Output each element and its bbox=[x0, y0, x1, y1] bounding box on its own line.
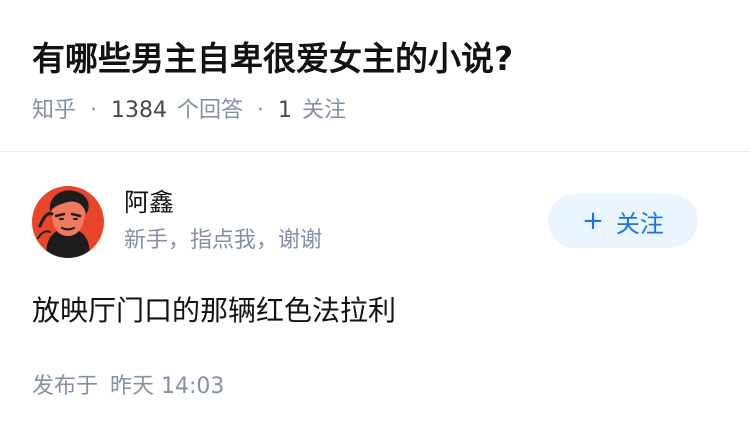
follow-button[interactable]: + 关注 bbox=[548, 194, 698, 248]
meta-separator: · bbox=[257, 98, 265, 123]
follow-count-label: 关注 bbox=[302, 98, 347, 123]
avatar-illustration-icon bbox=[32, 186, 104, 258]
published-label: 发布于 bbox=[32, 374, 99, 399]
question-header: 有哪些男主自卑很爱女主的小说? 知乎 · 1384 个回答 · 1 关注 bbox=[32, 36, 718, 126]
author-name[interactable]: 阿鑫 bbox=[124, 186, 174, 220]
answer-count: 1384 bbox=[111, 98, 168, 123]
question-meta: 知乎 · 1384 个回答 · 1 关注 bbox=[32, 96, 718, 126]
meta-separator: · bbox=[90, 98, 98, 123]
follow-button-label: 关注 bbox=[615, 209, 664, 238]
plus-icon: + bbox=[582, 206, 604, 236]
question-title[interactable]: 有哪些男主自卑很爱女主的小说? bbox=[32, 36, 718, 82]
answer-count-label: 个回答 bbox=[177, 98, 244, 123]
avatar[interactable] bbox=[32, 186, 104, 258]
header-divider bbox=[0, 151, 750, 152]
published-time: 昨天 14:03 bbox=[110, 374, 225, 399]
author-bio: 新手，指点我，谢谢 bbox=[124, 228, 323, 253]
answer-content[interactable]: 放映厅门口的那辆红色法拉利 bbox=[32, 292, 718, 330]
source-label[interactable]: 知乎 bbox=[32, 96, 76, 126]
answer-author: 阿鑫 新手，指点我，谢谢 + 关注 bbox=[32, 184, 698, 260]
follow-count: 1 bbox=[278, 98, 293, 123]
publish-time: 发布于 昨天 14:03 bbox=[32, 372, 224, 402]
